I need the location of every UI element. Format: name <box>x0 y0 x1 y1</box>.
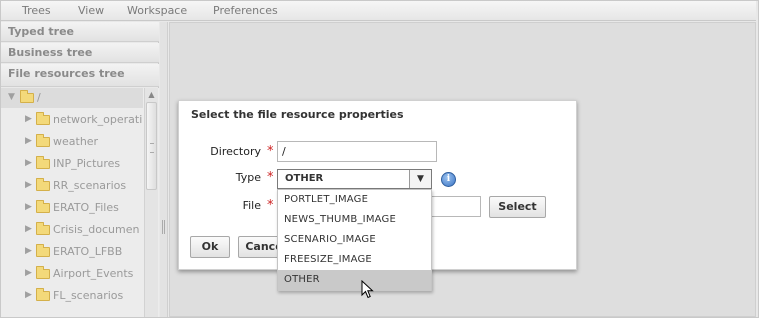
menu-workspace[interactable]: Workspace <box>127 4 187 17</box>
option-portlet-image[interactable]: PORTLET_IMAGE <box>278 190 431 210</box>
type-select[interactable]: OTHER ▼ <box>277 169 432 189</box>
folder-icon <box>36 178 50 191</box>
collapsed-arrow-icon[interactable]: ▶ <box>25 246 32 256</box>
folder-icon <box>36 244 50 257</box>
tree-node[interactable]: ▶ weather <box>1 132 143 152</box>
option-other[interactable]: OTHER <box>278 270 431 291</box>
tree-node[interactable]: ▶ FL_scenarios <box>1 286 143 306</box>
collapsed-arrow-icon[interactable]: ▶ <box>25 202 32 212</box>
tree-node-label: ERATO_LFBB <box>53 245 123 258</box>
panel-splitter[interactable] <box>160 22 168 317</box>
info-icon[interactable]: i <box>441 172 456 187</box>
left-panel: Typed tree Business tree File resources … <box>1 22 159 317</box>
folder-icon <box>36 134 50 147</box>
scrollbar-thumb[interactable] <box>146 102 157 190</box>
collapsed-arrow-icon[interactable]: ▶ <box>25 158 32 168</box>
tree-node[interactable]: ▶ ERATO_Files <box>1 198 143 218</box>
menu-trees[interactable]: Trees <box>22 4 51 17</box>
tree-node-label: / <box>37 91 41 104</box>
grip-icon <box>150 143 154 153</box>
mouse-pointer-icon <box>361 280 374 299</box>
type-select-value: OTHER <box>285 173 324 184</box>
select-file-button[interactable]: Select <box>489 196 546 218</box>
tree-node-root[interactable]: ▼ / <box>1 88 143 108</box>
collapsed-arrow-icon[interactable]: ▶ <box>25 114 32 124</box>
folder-icon <box>36 222 50 235</box>
folder-icon <box>20 90 34 103</box>
folder-icon <box>36 266 50 279</box>
tree-node[interactable]: ▶ INP_Pictures <box>1 154 143 174</box>
tree-scrollbar[interactable]: ▲ <box>144 88 158 317</box>
accordion-typed-tree[interactable]: Typed tree <box>1 22 159 42</box>
file-tree: ▼ / ▶ network_operati ▶ weather ▶ INP_Pi… <box>1 88 159 317</box>
menu-view[interactable]: View <box>78 4 104 17</box>
collapsed-arrow-icon[interactable]: ▶ <box>25 180 32 190</box>
tree-node-label: RR_scenarios <box>53 179 127 192</box>
option-freesize-image[interactable]: FREESIZE_IMAGE <box>278 250 431 270</box>
type-dropdown-list: PORTLET_IMAGE NEWS_THUMB_IMAGE SCENARIO_… <box>277 189 432 291</box>
tree-node-label: ERATO_Files <box>53 201 119 214</box>
required-marker: * <box>267 170 274 185</box>
collapsed-arrow-icon[interactable]: ▶ <box>25 136 32 146</box>
scroll-up-arrow-icon[interactable]: ▲ <box>145 88 158 101</box>
tree-node-label: network_operati <box>53 113 143 126</box>
folder-icon <box>36 288 50 301</box>
tree-node[interactable]: ▶ Airport_Events <box>1 264 143 284</box>
collapsed-arrow-icon[interactable]: ▶ <box>25 268 32 278</box>
dialog-title: Select the file resource properties <box>191 108 404 121</box>
accordion-business-tree[interactable]: Business tree <box>1 43 159 63</box>
folder-icon <box>36 200 50 213</box>
tree-node-label: FL_scenarios <box>53 289 124 302</box>
ok-button[interactable]: Ok <box>190 236 230 258</box>
tree-node[interactable]: ▶ Crisis_documen <box>1 220 143 240</box>
file-label: File <box>242 199 261 212</box>
tree-node-label: INP_Pictures <box>53 157 121 170</box>
directory-label: Directory <box>210 145 261 158</box>
tree-node-label: Crisis_documen <box>53 223 140 236</box>
folder-icon <box>36 156 50 169</box>
tree-node[interactable]: ▶ network_operati <box>1 110 143 130</box>
option-news-thumb-image[interactable]: NEWS_THUMB_IMAGE <box>278 210 431 230</box>
tree-node[interactable]: ▶ ERATO_LFBB <box>1 242 143 262</box>
required-marker: * <box>267 144 274 159</box>
directory-field[interactable]: / <box>277 141 437 162</box>
grip-icon <box>162 220 165 234</box>
tree-node-label: Airport_Events <box>53 267 134 280</box>
expanded-arrow-icon[interactable]: ▼ <box>8 92 15 102</box>
required-marker: * <box>267 198 274 213</box>
chevron-down-icon[interactable]: ▼ <box>409 170 431 188</box>
tree-node[interactable]: ▶ RR_scenarios <box>1 176 143 196</box>
collapsed-arrow-icon[interactable]: ▶ <box>25 290 32 300</box>
menu-preferences[interactable]: Preferences <box>213 4 278 17</box>
option-scenario-image[interactable]: SCENARIO_IMAGE <box>278 230 431 250</box>
type-label: Type <box>235 171 261 184</box>
tree-node-label: weather <box>53 135 99 148</box>
folder-icon <box>36 112 50 125</box>
collapsed-arrow-icon[interactable]: ▶ <box>25 224 32 234</box>
accordion-file-resources-tree[interactable]: File resources tree <box>1 64 159 87</box>
menu-bar: Trees View Workspace Preferences <box>1 1 756 21</box>
